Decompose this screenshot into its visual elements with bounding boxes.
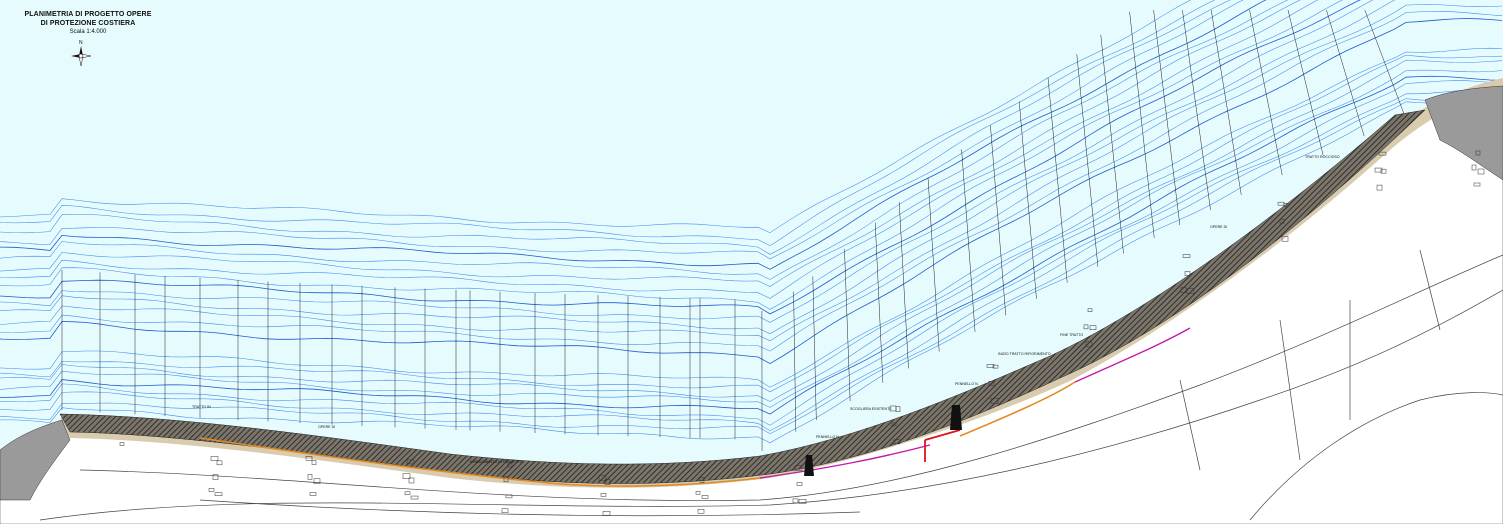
map-label: RIPASCIMENTO DI PROGETTO (470, 460, 523, 464)
map-label: INIZIO TRATTO RIFIORIMENTO (998, 352, 1051, 356)
map-label: PENNELLO N. (816, 435, 840, 439)
groyne-marker (950, 405, 962, 430)
scale-label: Scala 1:4.000 (69, 29, 107, 35)
map-label: SCOGLIERA ESISTENTE (850, 407, 892, 411)
map-label: OPERE DI (1210, 225, 1227, 229)
map-label: PENNELLO N. (955, 382, 979, 386)
plan-title-line-2: DI PROTEZIONE COSTIERA (40, 20, 136, 27)
coastal-protection-plan-map: TRATTO IN OPERE DI RIPASCIMENTO DI PROGE… (0, 0, 1503, 524)
compass-rose-icon: N (71, 40, 92, 67)
map-label: FINE TRATTO (1060, 333, 1083, 337)
map-label: TRATTO ROCCIOSO (1305, 155, 1340, 159)
map-label: OPERE DI (318, 425, 335, 429)
north-letter: N (79, 40, 83, 46)
plan-title-line-1: PLANIMETRIA DI PROGETTO OPERE (24, 11, 152, 18)
map-label: TRATTO IN (192, 405, 211, 409)
title-block: PLANIMETRIA DI PROGETTO OPERE DI PROTEZI… (8, 10, 168, 37)
